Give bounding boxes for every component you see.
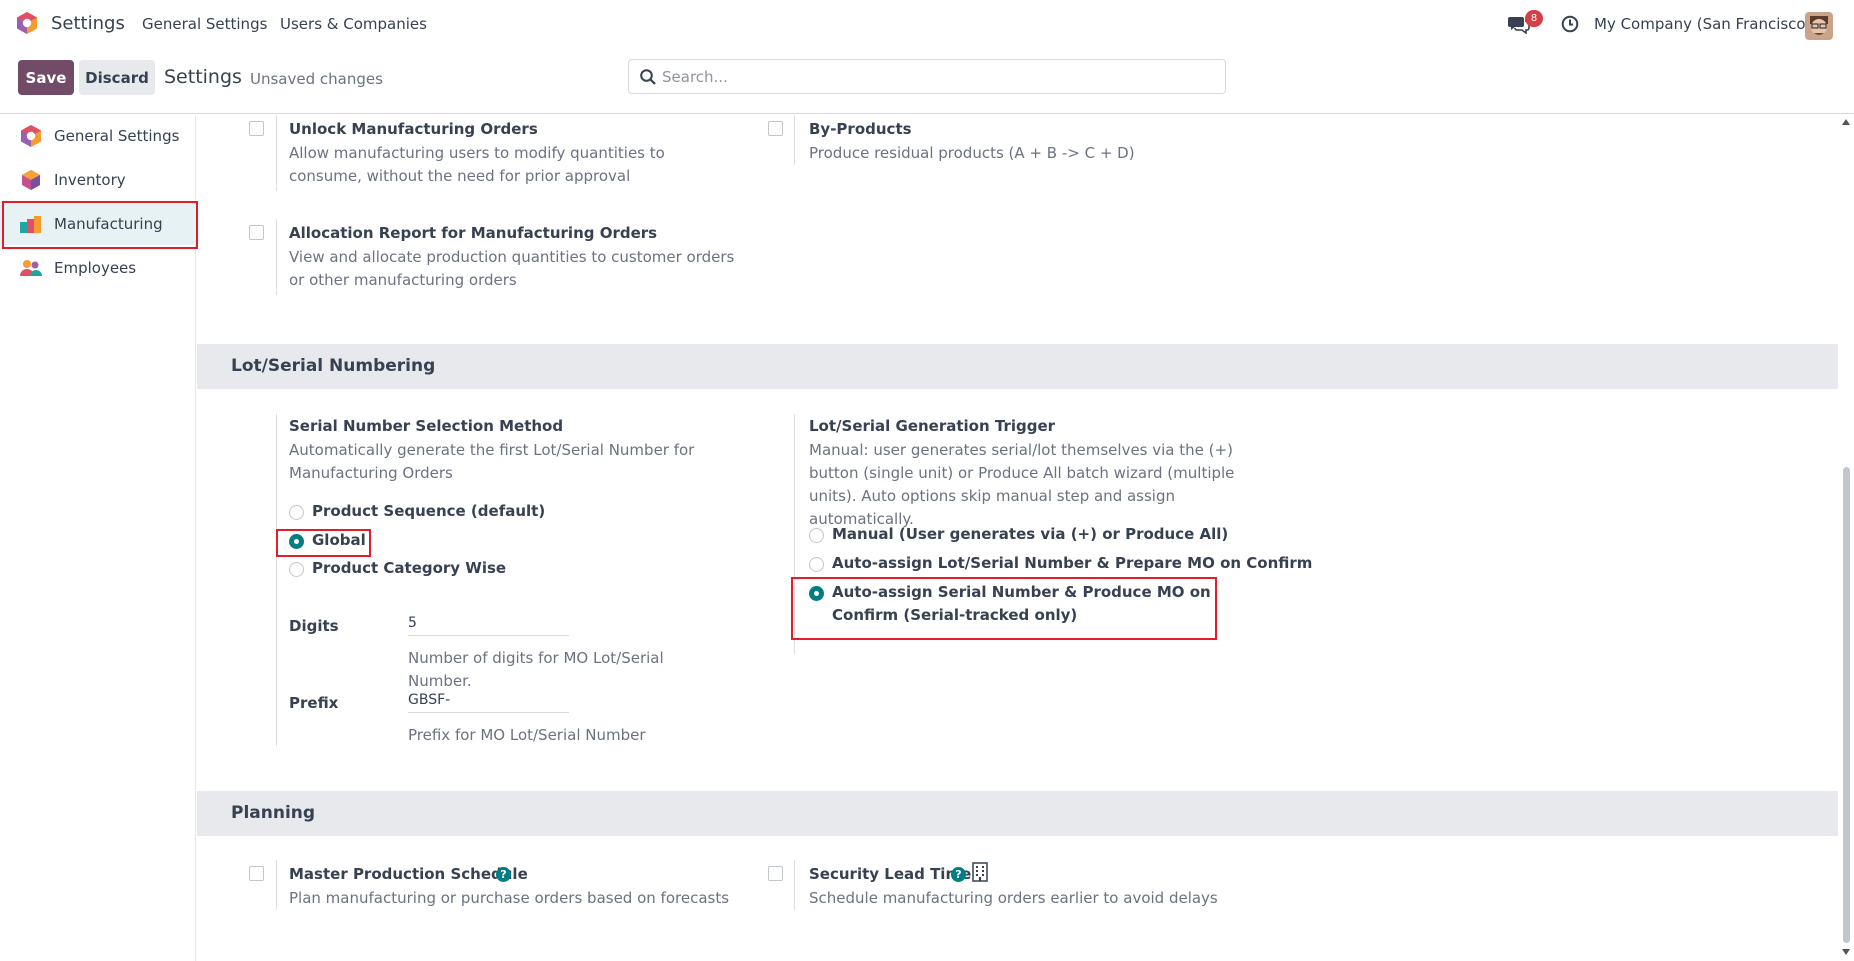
divider [276, 860, 277, 910]
section-title: Planning [231, 803, 316, 823]
radio-label-product-category-wise[interactable]: Product Category Wise [312, 557, 506, 580]
serial-method-desc: Automatically generate the first Lot/Ser… [289, 441, 695, 482]
divider [794, 115, 795, 165]
inventory-app-icon [22, 170, 40, 190]
byproducts-checkbox[interactable] [768, 121, 783, 136]
vertical-scrollbar[interactable] [1838, 115, 1854, 961]
sidebar-item-inventory[interactable]: Inventory [0, 159, 196, 201]
company-switcher[interactable]: My Company (San Francisco) [1594, 15, 1811, 33]
search-box [628, 59, 1226, 94]
scroll-down-arrow-icon[interactable] [1842, 949, 1850, 955]
radio-label-product-sequence[interactable]: Product Sequence (default) [312, 500, 545, 523]
scroll-up-arrow-icon[interactable] [1842, 119, 1850, 125]
mps-title: Master Production Schedule [289, 865, 528, 883]
highlight-box-auto-assign-produce [791, 577, 1217, 640]
divider [276, 219, 277, 295]
radio-label-manual[interactable]: Manual (User generates via (+) or Produc… [832, 523, 1228, 546]
digits-input[interactable] [408, 610, 569, 636]
mps-checkbox[interactable] [249, 866, 264, 881]
section-planning: Planning [197, 791, 1838, 836]
byproducts-title: By-Products [809, 120, 912, 138]
save-button[interactable]: Save [18, 60, 74, 95]
scroll-thumb[interactable] [1843, 467, 1850, 943]
unlock-mo-desc: Allow manufacturing users to modify quan… [289, 144, 665, 185]
app-title[interactable]: Settings [51, 13, 125, 34]
mps-desc: Plan manufacturing or purchase orders ba… [289, 889, 730, 907]
unsaved-status: Unsaved changes [250, 70, 383, 88]
company-building-icon [972, 862, 988, 882]
radio-label-auto-assign-prepare[interactable]: Auto-assign Lot/Serial Number & Prepare … [832, 552, 1312, 575]
section-title: Lot/Serial Numbering [231, 356, 436, 376]
help-icon[interactable]: ? [496, 867, 511, 882]
generation-trigger-desc: Manual: user generates serial/lot themse… [809, 441, 1235, 528]
prefix-label: Prefix [289, 694, 339, 712]
odoo-logo-icon[interactable] [15, 11, 39, 35]
security-lead-time-checkbox[interactable] [768, 866, 783, 881]
security-lead-time-title: Security Lead Time [809, 865, 972, 883]
sidebar-item-general-settings[interactable]: General Settings [0, 115, 196, 157]
digits-label: Digits [289, 617, 339, 635]
control-panel: Save Discard Settings Unsaved changes [0, 46, 1854, 114]
settings-content: Unlock Manufacturing Orders Allow manufa… [197, 115, 1838, 961]
sidebar-item-employees[interactable]: Employees [0, 247, 196, 289]
byproducts-desc: Produce residual products (A + B -> C + … [809, 144, 1135, 162]
prefix-input[interactable] [408, 687, 569, 713]
serial-method-title: Serial Number Selection Method [289, 417, 564, 435]
highlight-box-global [276, 529, 371, 557]
top-navbar: Settings General Settings Users & Compan… [0, 0, 1854, 46]
sidebar-item-label: Inventory [54, 171, 126, 189]
divider [276, 115, 277, 191]
breadcrumb-title: Settings [164, 66, 242, 88]
generation-trigger-title: Lot/Serial Generation Trigger [809, 417, 1056, 435]
security-lead-time-desc: Schedule manufacturing orders earlier to… [809, 889, 1218, 907]
sidebar-item-label: Employees [54, 259, 137, 277]
allocation-report-title: Allocation Report for Manufacturing Orde… [289, 224, 658, 242]
highlight-box-manufacturing [2, 201, 198, 249]
prefix-help: Prefix for MO Lot/Serial Number [408, 726, 646, 744]
unlock-mo-checkbox[interactable] [249, 121, 264, 136]
radio-product-category-wise[interactable] [289, 562, 304, 577]
odoo-logo-icon [21, 125, 41, 147]
nav-users-companies[interactable]: Users & Companies [280, 15, 427, 33]
chat-badge: 8 [1525, 10, 1543, 27]
radio-auto-assign-prepare[interactable] [809, 557, 824, 572]
radio-product-sequence[interactable] [289, 505, 304, 520]
allocation-report-desc: View and allocate production quantities … [289, 248, 735, 289]
search-input[interactable] [662, 64, 1212, 90]
unlock-mo-title: Unlock Manufacturing Orders [289, 120, 538, 138]
user-avatar[interactable] [1805, 12, 1833, 40]
help-icon[interactable]: ? [951, 867, 966, 882]
activity-clock-icon[interactable] [1561, 15, 1579, 33]
nav-general-settings[interactable]: General Settings [142, 15, 267, 33]
discard-button[interactable]: Discard [79, 60, 155, 95]
allocation-report-checkbox[interactable] [249, 225, 264, 240]
divider [276, 414, 277, 746]
employees-app-icon [20, 260, 42, 276]
radio-manual[interactable] [809, 528, 824, 543]
search-icon [640, 69, 656, 85]
section-lot-serial-numbering: Lot/Serial Numbering [197, 344, 1838, 389]
divider [794, 860, 795, 910]
sidebar-item-label: General Settings [54, 127, 180, 145]
